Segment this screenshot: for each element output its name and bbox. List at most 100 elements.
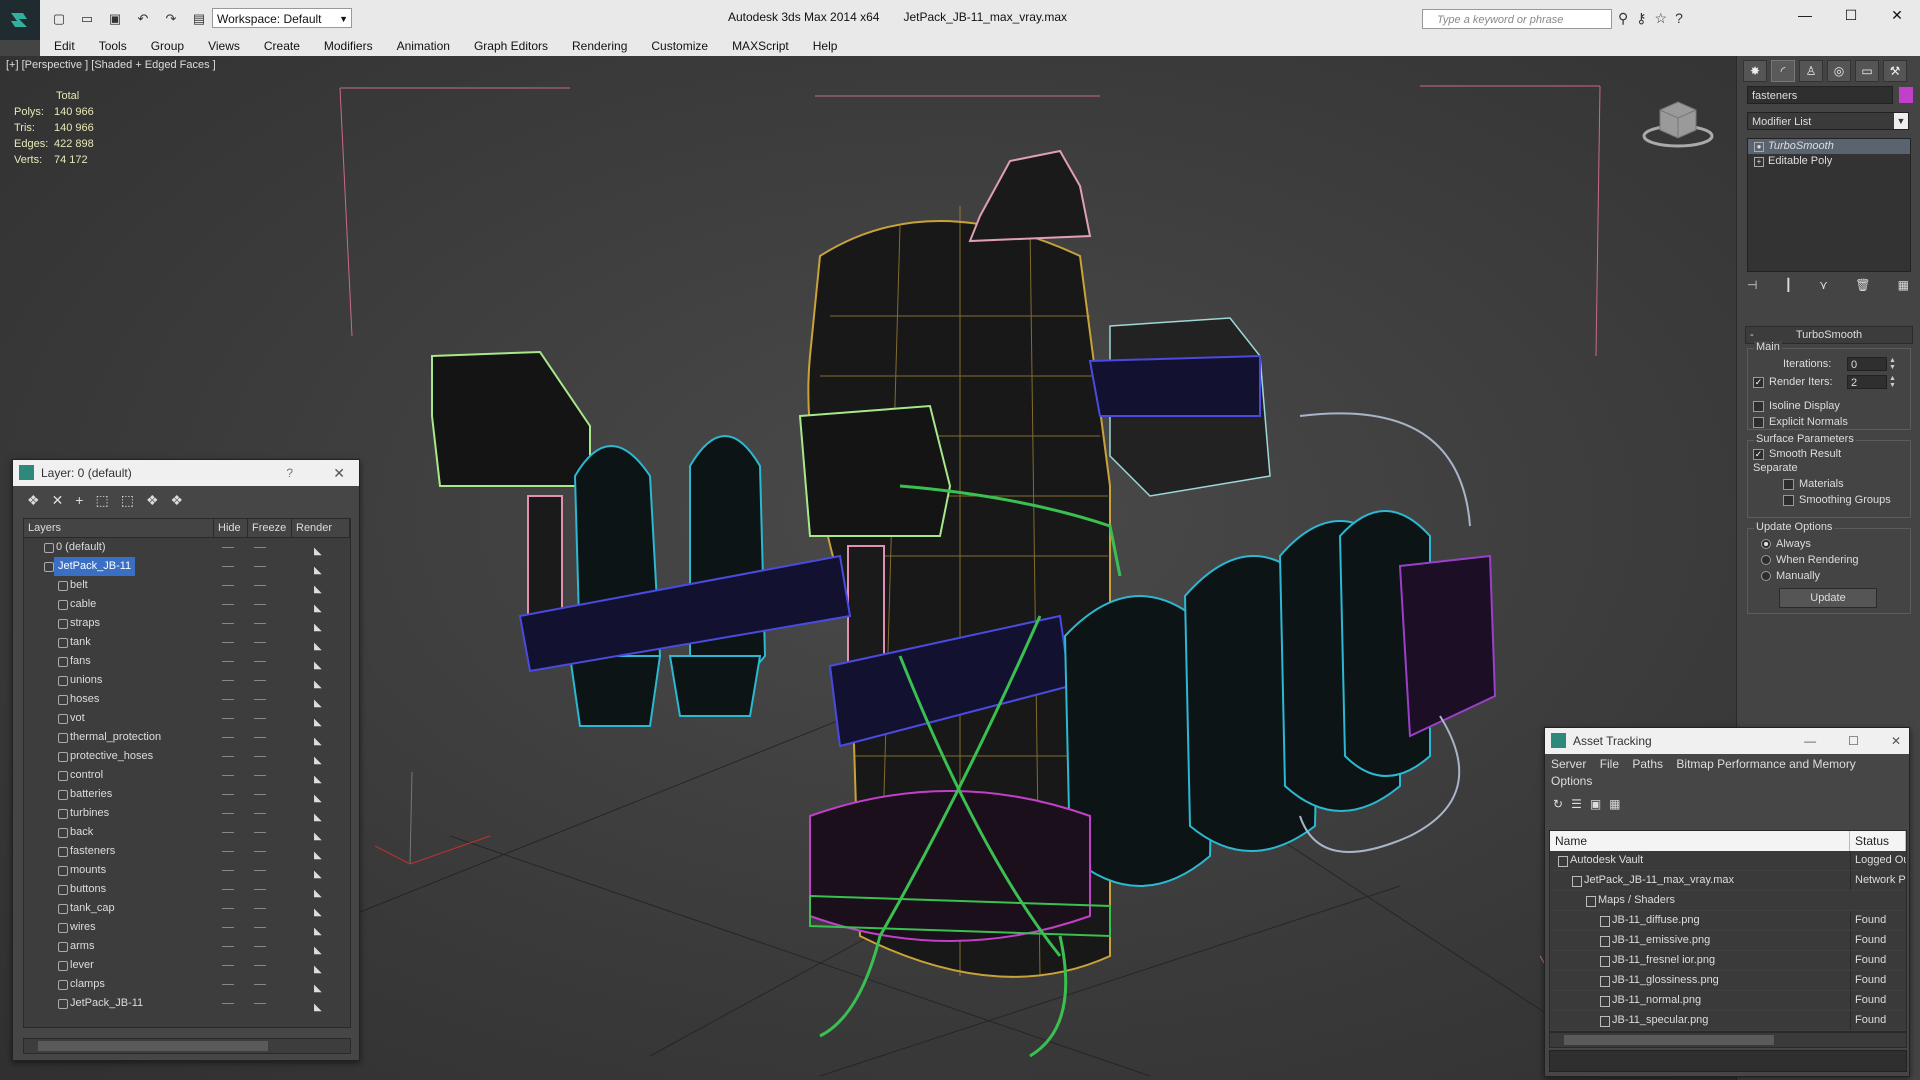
hide-all-layers-icon[interactable]: ❖ — [146, 492, 159, 509]
visibility-toggle[interactable] — [254, 965, 266, 966]
stack-item-turbosmooth[interactable]: ● TurboSmooth — [1748, 139, 1910, 154]
binoculars-icon[interactable]: ⚲ — [1618, 10, 1628, 27]
menu-edit[interactable]: Edit — [40, 39, 87, 53]
layer-row[interactable]: arms ◣ — [24, 937, 350, 956]
when-rendering-radio[interactable]: When Rendering — [1761, 554, 1859, 566]
configure-sets-icon[interactable]: ▦ — [1898, 278, 1909, 292]
modifier-list-dropdown[interactable]: Modifier List ▼ — [1747, 112, 1909, 130]
object-name-field[interactable]: fasteners — [1747, 86, 1893, 104]
visibility-toggle[interactable] — [254, 680, 266, 681]
viewcube-icon[interactable] — [1640, 92, 1716, 152]
visibility-toggle[interactable] — [222, 927, 234, 928]
help-icon[interactable]: ? — [286, 460, 293, 486]
menu-paths[interactable]: Paths — [1632, 757, 1663, 771]
app-menu-button[interactable] — [0, 0, 40, 40]
visibility-toggle[interactable] — [254, 775, 266, 776]
layer-row[interactable]: 0 (default) ◣ — [24, 538, 350, 557]
layer-row[interactable]: cable ◣ — [24, 595, 350, 614]
visibility-toggle[interactable] — [254, 794, 266, 795]
motion-tab-icon[interactable]: ◎ — [1827, 60, 1851, 82]
close-icon[interactable]: ✕ — [333, 460, 345, 486]
status-column-header[interactable]: Status — [1850, 831, 1906, 851]
asset-row[interactable]: JB-11_fresnel ior.png Found — [1550, 951, 1906, 971]
visibility-toggle[interactable] — [222, 566, 234, 567]
layer-row[interactable]: lever ◣ — [24, 956, 350, 975]
visibility-toggle[interactable] — [222, 604, 234, 605]
display-tab-icon[interactable]: ▭ — [1855, 60, 1879, 82]
visibility-toggle[interactable] — [222, 794, 234, 795]
open-file-icon[interactable]: ▭ — [76, 8, 98, 30]
refresh-icon[interactable]: ↻ — [1553, 797, 1563, 811]
search-input[interactable]: Type a keyword or phrase — [1422, 9, 1612, 29]
menu-rendering[interactable]: Rendering — [560, 39, 639, 53]
layers-column-header[interactable]: Layers — [24, 519, 214, 537]
spinner-arrows-icon[interactable]: ▲ ▼ — [1889, 357, 1897, 371]
hierarchy-tab-icon[interactable]: ♙ — [1799, 60, 1823, 82]
layer-row[interactable]: vot ◣ — [24, 709, 350, 728]
visibility-toggle[interactable] — [254, 927, 266, 928]
menu-help[interactable]: Help — [801, 39, 850, 53]
visibility-toggle[interactable] — [254, 642, 266, 643]
menu-options[interactable]: Options — [1551, 774, 1592, 788]
save-file-icon[interactable]: ▣ — [104, 8, 126, 30]
asset-row[interactable]: JB-11_glossiness.png Found — [1550, 971, 1906, 991]
visibility-toggle[interactable] — [222, 908, 234, 909]
visibility-toggle[interactable] — [222, 756, 234, 757]
visibility-toggle[interactable] — [222, 737, 234, 738]
viewport-label[interactable]: [+] [Perspective ] [Shaded + Edged Faces… — [6, 59, 216, 71]
layer-row[interactable]: thermal_protection ◣ — [24, 728, 350, 747]
visibility-toggle[interactable] — [254, 718, 266, 719]
layer-manager-titlebar[interactable]: Layer: 0 (default) ? ✕ — [13, 460, 359, 486]
table-view-icon[interactable]: ▦ — [1609, 797, 1620, 811]
visibility-toggle[interactable] — [222, 1003, 234, 1004]
visibility-toggle[interactable] — [254, 832, 266, 833]
visibility-toggle[interactable] — [254, 756, 266, 757]
menu-views[interactable]: Views — [196, 39, 252, 53]
iterations-spinner[interactable]: 0 — [1847, 357, 1887, 371]
maximize-icon[interactable]: ☐ — [1848, 728, 1859, 754]
visibility-toggle[interactable] — [254, 566, 266, 567]
visibility-toggle[interactable] — [254, 547, 266, 548]
visibility-toggle[interactable] — [254, 908, 266, 909]
visibility-toggle[interactable] — [254, 585, 266, 586]
redo-icon[interactable]: ↷ — [160, 8, 182, 30]
pin-stack-icon[interactable]: ⊣ — [1747, 278, 1757, 292]
layer-row[interactable]: protective_hoses ◣ — [24, 747, 350, 766]
layer-row[interactable]: mounts ◣ — [24, 861, 350, 880]
visibility-toggle[interactable] — [222, 775, 234, 776]
layer-row[interactable]: hoses ◣ — [24, 690, 350, 709]
layer-row[interactable]: tank ◣ — [24, 633, 350, 652]
list-view-icon[interactable]: ☰ — [1571, 797, 1582, 811]
maximize-button[interactable]: ☐ — [1828, 0, 1874, 30]
visibility-toggle[interactable] — [254, 813, 266, 814]
hide-column-header[interactable]: Hide — [214, 519, 248, 537]
layer-row[interactable]: tank_cap ◣ — [24, 899, 350, 918]
delete-layer-icon[interactable]: ✕ — [52, 492, 64, 509]
layer-row[interactable]: batteries ◣ — [24, 785, 350, 804]
visibility-toggle[interactable] — [254, 870, 266, 871]
render-iters-checkbox[interactable]: ✓ Render Iters: — [1753, 376, 1833, 388]
layer-row[interactable]: fans ◣ — [24, 652, 350, 671]
thumbnail-view-icon[interactable]: ▣ — [1590, 797, 1601, 811]
visibility-toggle[interactable] — [254, 661, 266, 662]
menu-bitmap-performance[interactable]: Bitmap Performance and Memory — [1676, 757, 1855, 771]
visibility-toggle[interactable] — [254, 889, 266, 890]
asset-row[interactable]: JetPack_JB-11_max_vray.max Network Pa — [1550, 871, 1906, 891]
highlight-layer-icon[interactable]: ⬚ — [121, 492, 134, 509]
visibility-toggle[interactable] — [222, 946, 234, 947]
menu-animation[interactable]: Animation — [385, 39, 462, 53]
visibility-toggle[interactable] — [222, 585, 234, 586]
render-column-header[interactable]: Render — [292, 519, 350, 537]
visibility-toggle[interactable] — [222, 851, 234, 852]
render-iters-spinner[interactable]: 2 — [1847, 375, 1887, 389]
asset-row[interactable]: JB-11_diffuse.png Found — [1550, 911, 1906, 931]
materials-checkbox[interactable]: Materials — [1783, 478, 1844, 490]
menu-maxscript[interactable]: MAXScript — [720, 39, 801, 53]
add-to-layer-icon[interactable]: + — [75, 492, 83, 508]
layer-row[interactable]: clamps ◣ — [24, 975, 350, 994]
new-layer-icon[interactable]: ❖ — [27, 492, 40, 509]
visibility-toggle[interactable] — [254, 623, 266, 624]
renderable-teapot-icon[interactable]: ◣ — [314, 998, 322, 1017]
layer-row[interactable]: straps ◣ — [24, 614, 350, 633]
undo-icon[interactable]: ↶ — [132, 8, 154, 30]
